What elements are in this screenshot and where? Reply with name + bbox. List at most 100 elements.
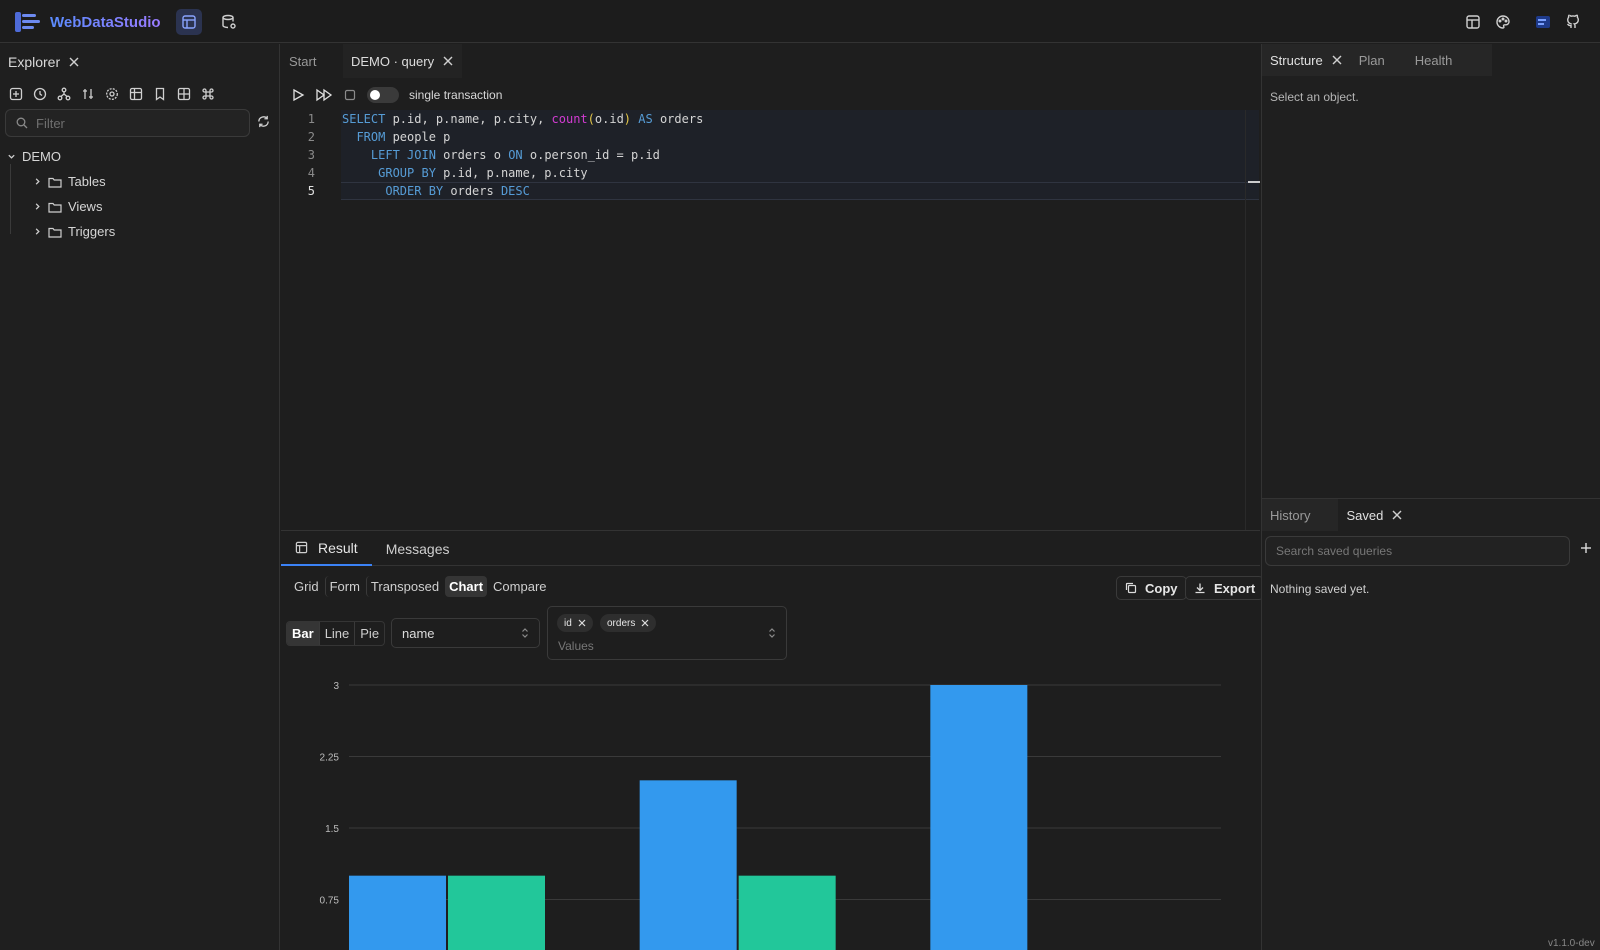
add-icon[interactable] [1580,542,1592,554]
chevron-up-down-icon [521,627,529,639]
export-button[interactable]: Export [1185,576,1265,600]
saved-search-input[interactable] [1276,544,1556,558]
sql-editor[interactable]: 1 SELECT p.id, p.name, p.city, count(o.i… [281,110,1260,202]
tab-history[interactable]: History [1262,499,1339,531]
view-compare[interactable]: Compare [489,576,550,597]
tree-node-tables[interactable]: Tables [0,169,279,194]
code-line: 5 ORDER BY orders DESC [281,182,530,200]
tree-node-label: DEMO [22,149,61,164]
close-icon[interactable] [442,55,454,67]
diagram-icon[interactable] [56,86,71,101]
app-name: WebDataStudio [50,13,161,31]
version-label: v1.1.0-dev [1548,938,1595,949]
bar-id[interactable] [349,875,446,950]
chart-type-bar[interactable]: Bar [287,622,319,645]
tab-plan[interactable]: Plan [1350,44,1407,76]
folder-icon [48,226,62,238]
close-icon[interactable] [641,619,649,627]
palette-icon [1495,14,1511,30]
run-all-icon[interactable] [315,88,333,102]
tab-label: Saved [1346,507,1384,523]
filter-input[interactable] [36,115,236,131]
command-icon[interactable] [200,86,215,101]
chart-type-line[interactable]: Line [318,622,355,645]
values-multiselect[interactable]: id orders Values [547,606,787,660]
folder-icon [48,201,62,213]
tab-label: Messages [385,540,450,557]
bar-orders[interactable] [738,875,836,950]
line-number: 5 [307,184,315,198]
github-button[interactable] [1560,9,1586,35]
tree-guide [10,164,11,234]
tab-label: History [1270,507,1311,523]
stop-icon[interactable] [343,88,357,102]
tab-result[interactable]: Result [281,531,372,566]
close-icon[interactable] [68,56,80,68]
tab-label: DEMO · query [351,53,435,69]
structure-hint: Select an object. [1270,90,1359,104]
tree-node-label: Tables [68,174,106,189]
y-tick-label: 0.75 [320,896,340,907]
tab-health[interactable]: Health [1406,44,1493,76]
editor-scrollbar[interactable] [1245,110,1246,530]
tab-start[interactable]: Start [281,44,343,78]
tab-structure[interactable]: Structure [1262,44,1351,76]
view-grid[interactable]: Grid [290,576,323,597]
code-line: 3 LEFT JOIN orders o ON o.person_id = p.… [281,146,660,164]
category-select-value: name [402,625,435,641]
query-library-tabs: History Saved [1262,499,1412,531]
run-icon[interactable] [291,88,305,102]
category-select[interactable]: name [391,618,540,648]
settings-icon[interactable] [104,86,119,101]
view-transposed[interactable]: Transposed [365,576,443,597]
history-icon[interactable] [32,86,47,101]
bar-id[interactable] [930,685,1028,950]
value-chip-id[interactable]: id [557,614,593,632]
tab-demo-query[interactable]: DEMO · query [343,44,463,78]
bar-id[interactable] [639,780,737,950]
view-form[interactable]: Form [324,576,364,597]
grid-icon[interactable] [128,86,143,101]
close-icon[interactable] [1391,509,1403,521]
y-tick-label: 2.25 [320,753,340,764]
code-text: FROM people p [356,130,451,144]
download-icon [1194,582,1206,594]
filter-field[interactable] [5,109,250,137]
table-icon [295,541,308,554]
inspector-tabs: Structure Plan Health [1262,44,1493,76]
layout-icon[interactable] [176,86,191,101]
tree-node-triggers[interactable]: Triggers [0,219,279,244]
new-query-icon[interactable] [8,86,23,101]
app-switch-button[interactable] [1530,9,1556,35]
chart-type-pie[interactable]: Pie [354,622,384,645]
code-line: 2 FROM people p [281,128,451,146]
tab-saved[interactable]: Saved [1338,499,1412,531]
tree-node-demo[interactable]: DEMO [0,144,279,169]
tab-label: Health [1414,52,1453,68]
chevron-right-icon [33,177,42,186]
close-icon[interactable] [578,619,586,627]
tab-label: Result [318,539,358,556]
chevron-right-icon [33,202,42,211]
bookmark-icon[interactable] [152,86,167,101]
bar-orders[interactable] [448,875,545,950]
tree-node-views[interactable]: Views [0,194,279,219]
theme-button[interactable] [1490,9,1516,35]
layout-button[interactable] [1460,9,1486,35]
single-transaction-toggle[interactable] [367,87,399,103]
search-icon [16,117,28,129]
view-chart[interactable]: Chart [445,576,488,597]
connections-button[interactable] [216,9,242,35]
value-chip-orders[interactable]: orders [600,614,657,632]
refresh-icon[interactable] [257,115,270,128]
y-tick-label: 1.5 [325,824,339,835]
copy-button[interactable]: Copy [1116,576,1187,600]
code-text: LEFT JOIN orders o ON o.person_id = p.id [370,148,660,162]
saved-search-field[interactable] [1265,536,1570,566]
compare-icon[interactable] [80,86,95,101]
tab-messages[interactable]: Messages [372,531,464,566]
editor-view-button[interactable] [176,9,202,35]
close-icon[interactable] [1331,54,1343,66]
chart-type-switch: Bar Line Pie [286,621,386,646]
tree-node-label: Views [68,199,103,214]
